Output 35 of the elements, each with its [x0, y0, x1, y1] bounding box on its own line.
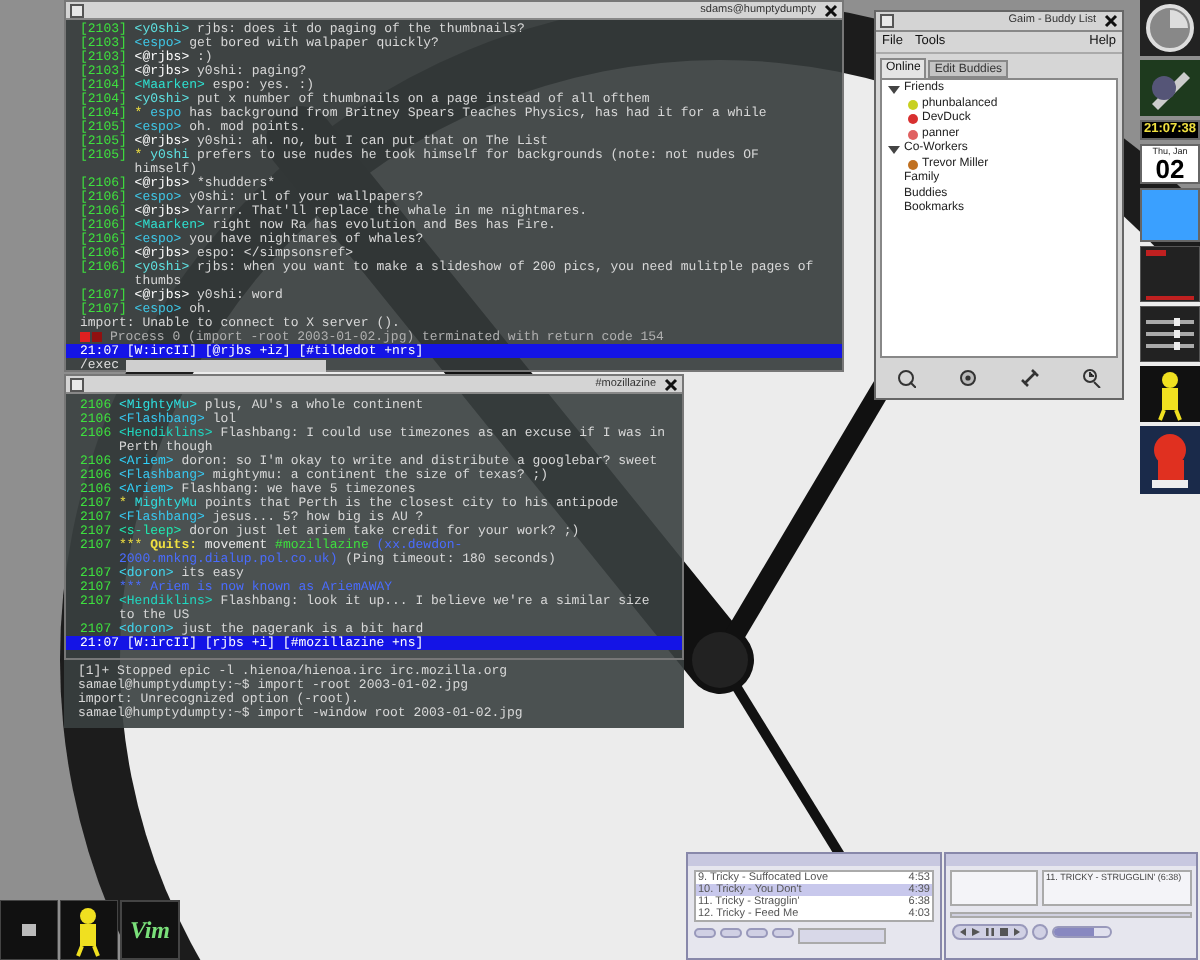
close-button[interactable] [822, 2, 838, 18]
away-button[interactable] [1077, 364, 1106, 392]
transport-controls[interactable] [952, 924, 1028, 940]
window-menu-button[interactable] [880, 14, 894, 28]
next-icon [1014, 928, 1022, 936]
volume-slider[interactable] [1052, 926, 1112, 938]
status-squares-icon [80, 332, 104, 342]
time-display [798, 928, 886, 944]
stop-icon [1000, 928, 1008, 936]
mixer-sliders-icon [1140, 306, 1200, 362]
close-icon [663, 377, 677, 391]
clock-icon [1081, 368, 1102, 388]
link-button[interactable] [1015, 364, 1044, 392]
vim-logo[interactable]: Vim [120, 900, 180, 960]
target-icon [958, 368, 979, 388]
close-button[interactable] [662, 376, 678, 392]
play-icon [972, 928, 980, 936]
logo-text: Vim [129, 914, 170, 948]
close-button[interactable] [1102, 13, 1118, 29]
expanded-arrow-icon [888, 85, 900, 94]
expanded-arrow-icon [888, 145, 900, 154]
clock-center-cap [692, 632, 748, 688]
previous-icon [958, 928, 966, 936]
close-icon [1103, 14, 1117, 28]
person-figure-icon [1140, 366, 1200, 422]
window-menu-button[interactable] [70, 377, 84, 391]
calendar-day: 02 [1155, 156, 1185, 182]
window-menu-button[interactable] [70, 3, 84, 17]
monitor-panel [1140, 188, 1200, 242]
pause-icon [986, 928, 994, 936]
close-icon [823, 3, 837, 17]
buddy-info-button[interactable] [892, 364, 921, 392]
orb-icon [1140, 0, 1200, 56]
tray-box-icon [0, 900, 58, 960]
visualizer-panel [950, 870, 1038, 906]
